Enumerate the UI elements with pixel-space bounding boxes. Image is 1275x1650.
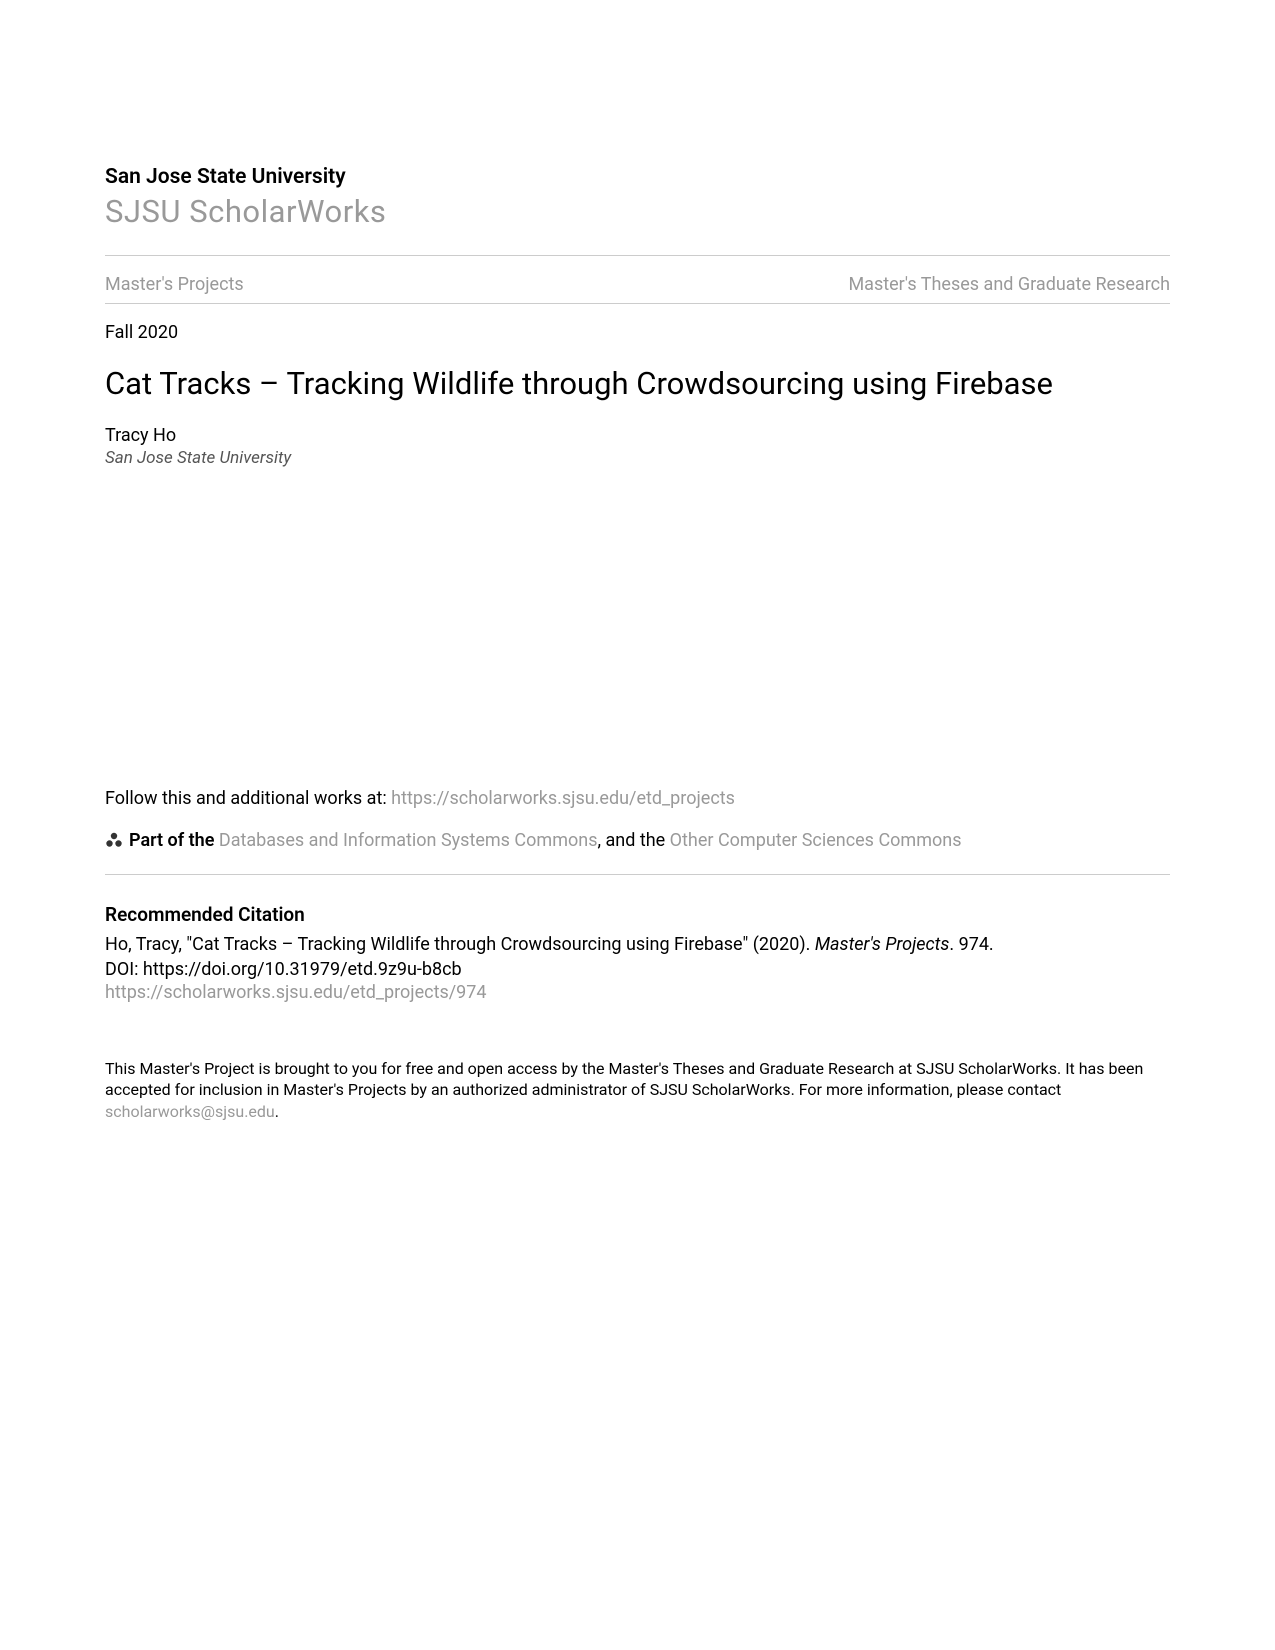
page-container: San Jose State University SJSU ScholarWo… <box>0 0 1275 1650</box>
document-title: Cat Tracks – Tracking Wildlife through C… <box>105 363 1170 405</box>
author-affiliation: San Jose State University <box>105 448 1170 468</box>
publication-date: Fall 2020 <box>105 322 1170 343</box>
follow-works-section: Follow this and additional works at: htt… <box>105 788 1170 809</box>
follow-url-link[interactable]: https://scholarworks.sjsu.edu/etd_projec… <box>391 788 735 809</box>
part-of-section: Part of the Databases and Information Sy… <box>105 827 1170 856</box>
breadcrumb-parent[interactable]: Master's Theses and Graduate Research <box>848 274 1170 295</box>
breadcrumb-collection[interactable]: Master's Projects <box>105 274 244 295</box>
author-name: Tracy Ho <box>105 425 1170 446</box>
citation-text: Ho, Tracy, "Cat Tracks – Tracking Wildli… <box>105 932 1170 957</box>
commons-link-2[interactable]: Other Computer Sciences Commons <box>670 830 962 851</box>
footer-suffix: . <box>275 1102 279 1121</box>
part-of-label: Part of the <box>129 830 219 851</box>
follow-prefix: Follow this and additional works at: <box>105 788 391 809</box>
part-of-middle: , and the <box>597 830 669 851</box>
citation-prefix: Ho, Tracy, "Cat Tracks – Tracking Wildli… <box>105 934 815 955</box>
footer-email-link[interactable]: scholarworks@sjsu.edu <box>105 1102 275 1121</box>
citation-number: . 974. <box>949 934 993 955</box>
footer-text: This Master's Project is brought to you … <box>105 1058 1170 1123</box>
breadcrumb-row: Master's Projects Master's Theses and Gr… <box>105 274 1170 295</box>
divider-top <box>105 255 1170 256</box>
footer-prefix: This Master's Project is brought to you … <box>105 1059 1143 1100</box>
header-section: San Jose State University SJSU ScholarWo… <box>105 165 1170 230</box>
network-icon <box>105 830 123 848</box>
commons-link-1[interactable]: Databases and Information Systems Common… <box>219 830 598 851</box>
university-name: San Jose State University <box>105 165 1170 189</box>
citation-heading: Recommended Citation <box>105 903 1170 926</box>
citation-doi: DOI: https://doi.org/10.31979/etd.9z9u-b… <box>105 959 1170 980</box>
citation-url[interactable]: https://scholarworks.sjsu.edu/etd_projec… <box>105 982 1170 1003</box>
repository-title: SJSU ScholarWorks <box>105 193 1170 230</box>
divider-breadcrumb <box>105 303 1170 304</box>
spacer <box>105 468 1170 788</box>
divider-citation <box>105 874 1170 875</box>
citation-series: Master's Projects <box>815 934 950 955</box>
